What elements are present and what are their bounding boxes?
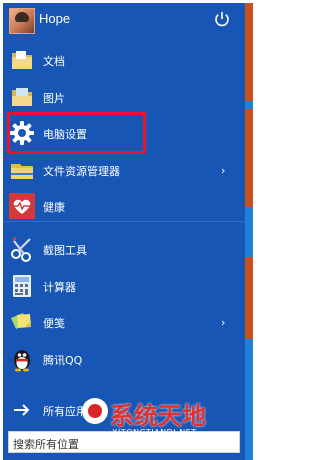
menu-item-snipping-tool[interactable]: 截图工具 [3,232,245,268]
submenu-chevron-icon[interactable]: › [221,316,225,329]
menu-divider [3,221,245,222]
menu-item-label: 便笺 [43,317,65,330]
menu-item-label: 图片 [43,92,65,105]
calculator-icon [13,275,31,297]
watermark-url: XITONGTIANDI.NET [112,428,197,437]
start-menu: Hope 文档 图片 电脑设置 文件资源管理器 › 健康 截图工具 计算器 便笺… [3,3,245,460]
menu-item-file-explorer[interactable]: 文件资源管理器 › [3,153,245,189]
menu-item-calculator[interactable]: 计算器 [3,269,245,305]
tile-area-edge [245,3,253,460]
search-placeholder: 搜索所有位置 [13,438,79,451]
user-name[interactable]: Hope [39,11,70,26]
folder-icon [12,88,32,106]
menu-item-label: 截图工具 [43,244,87,257]
menu-item-health[interactable]: 健康 [3,189,245,225]
menu-item-tencent-qq[interactable]: 腾讯QQ [3,342,245,378]
menu-item-label: 计算器 [43,281,76,294]
user-header: Hope [3,3,245,37]
watermark-title: 系统天地 [110,402,206,430]
submenu-chevron-icon[interactable]: › [221,164,225,177]
menu-item-label: 文档 [43,55,65,68]
folder-icon [12,51,32,69]
start-menu-screenshot: Hope 文档 图片 电脑设置 文件资源管理器 › 健康 截图工具 计算器 便笺… [0,0,253,460]
menu-item-documents[interactable]: 文档 [3,43,245,79]
site-watermark: 系统天地 XITONGTIANDI.NET [82,396,250,446]
menu-item-sticky-notes[interactable]: 便笺 › [3,305,245,341]
heart-icon [9,193,35,219]
menu-item-label: 文件资源管理器 [43,165,120,178]
menu-item-pictures[interactable]: 图片 [3,80,245,116]
live-tile[interactable] [245,3,253,101]
live-tile[interactable] [245,257,253,339]
menu-item-label: 健康 [43,201,65,214]
watermark-logo-icon [82,398,108,424]
highlight-box [7,112,146,154]
qq-penguin-icon [14,350,30,372]
arrow-right-icon [14,404,30,416]
live-tile[interactable] [245,109,253,207]
all-apps-label: 所有应用 [43,405,87,418]
file-explorer-icon [11,164,33,179]
user-avatar[interactable] [9,8,35,34]
scissors-icon [11,237,31,262]
sticky-notes-icon [11,313,31,329]
power-icon[interactable] [213,10,231,28]
menu-item-label: 腾讯QQ [43,354,83,367]
